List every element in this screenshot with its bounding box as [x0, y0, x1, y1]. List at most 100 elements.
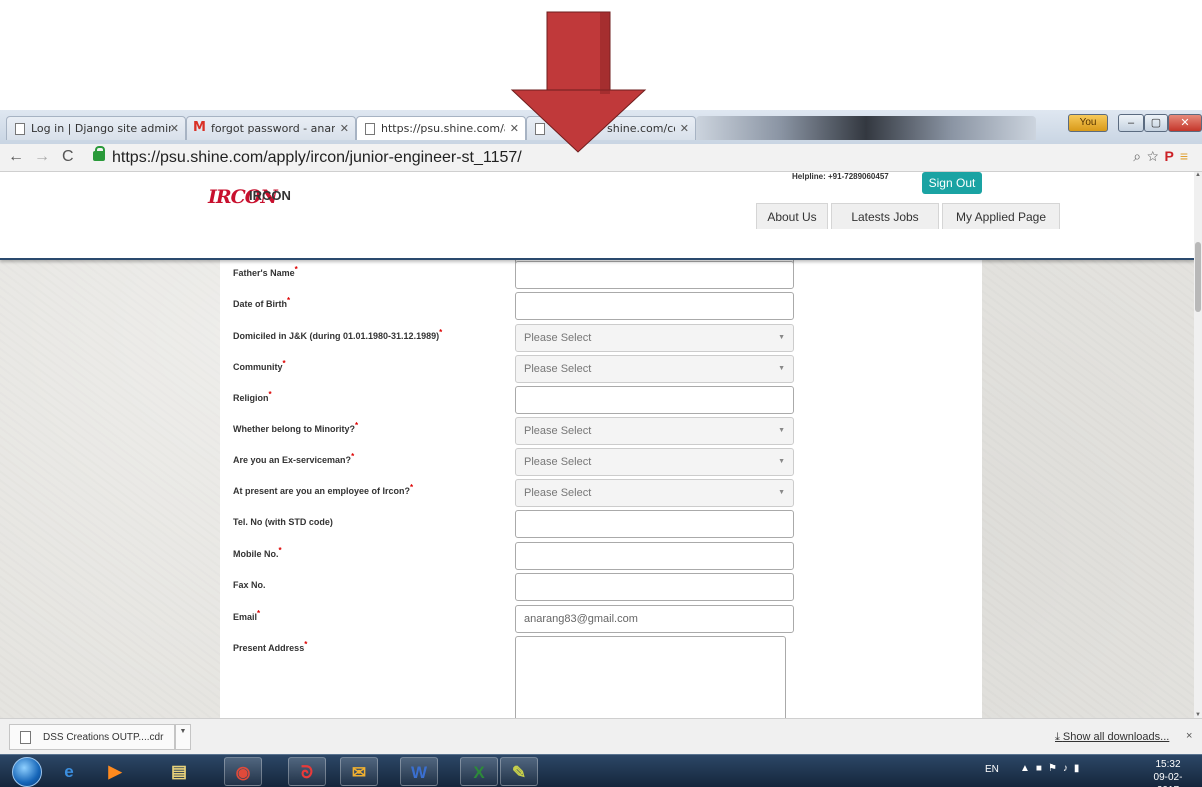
tab-django-admin[interactable]: Log in | Django site admin ✕: [6, 116, 186, 140]
browser-tab-strip: Log in | Django site admin ✕ M forgot pa…: [0, 110, 1202, 144]
chevron-down-icon: ▼: [778, 458, 785, 465]
tab-close-icon[interactable]: ✕: [340, 122, 349, 135]
gmail-icon: M: [193, 120, 206, 135]
menu-icon[interactable]: ≡: [1180, 148, 1194, 164]
chevron-down-icon: ▼: [778, 334, 785, 341]
nav-my-applied-page[interactable]: My Applied Page: [942, 203, 1060, 229]
tab-close-icon[interactable]: ✕: [680, 122, 689, 135]
tray-app-icon[interactable]: ■: [1036, 763, 1048, 774]
tab-psu-shine-active[interactable]: https://psu.shine.com/app ✕: [356, 116, 526, 140]
scrollbar-thumb[interactable]: [1195, 242, 1201, 312]
start-button[interactable]: [12, 757, 42, 787]
pinterest-icon[interactable]: P: [1164, 148, 1179, 164]
field-label: At present are you an employee of Ircon?…: [233, 483, 414, 496]
volume-icon[interactable]: ♪: [1063, 763, 1074, 774]
chevron-down-icon: ▼: [778, 427, 785, 434]
minimize-button[interactable]: –: [1118, 114, 1144, 132]
paint-icon[interactable]: ✎: [500, 757, 538, 786]
flag-icon[interactable]: ⚑: [1048, 763, 1063, 774]
field-label: Domiciled in J&K (during 01.01.1980-31.1…: [233, 328, 443, 341]
field-label: Community*: [233, 359, 286, 372]
download-options-caret[interactable]: ▼: [175, 724, 191, 750]
mobile-no-input[interactable]: [515, 542, 794, 570]
toolbar-icons: ⌕☆P≡: [1133, 148, 1194, 165]
page-icon: [365, 123, 375, 135]
field-label: Email*: [233, 609, 261, 622]
scroll-up-icon[interactable]: ▲: [1194, 172, 1202, 178]
tab-gmail[interactable]: M forgot password - anarang ✕: [186, 116, 356, 140]
outlook-icon[interactable]: ✉: [340, 757, 378, 786]
field-label: Tel. No (with STD code): [233, 517, 333, 527]
form-row-date-of-birth: Date of Birth*: [220, 292, 982, 322]
signal-icon[interactable]: ▮: [1074, 763, 1086, 774]
tab-obscured: [696, 116, 1036, 140]
file-explorer-icon[interactable]: ▤: [160, 757, 198, 786]
maximize-button[interactable]: ▢: [1144, 114, 1168, 132]
internet-explorer-icon[interactable]: e: [50, 757, 88, 786]
page-icon: [535, 123, 545, 135]
address-bar[interactable]: https://psu.shine.com/apply/ircon/junior…: [92, 147, 1092, 169]
form-row-minority: Whether belong to Minority?* Please Sele…: [220, 417, 982, 447]
user-profile-button[interactable]: You: [1068, 114, 1108, 132]
reload-icon[interactable]: C: [62, 148, 74, 166]
application-form: Father's Name* Date of Birth* Domiciled …: [220, 254, 982, 718]
field-label: Fax No.: [233, 580, 266, 590]
ircon-employee-select[interactable]: Please Select ▼: [515, 479, 794, 507]
tab-close-icon[interactable]: ✕: [510, 122, 519, 135]
tel-no-input[interactable]: [515, 510, 794, 538]
nav-about-us[interactable]: About Us: [756, 203, 828, 229]
email-input[interactable]: anarang83@gmail.com: [515, 605, 794, 633]
fax-no-input[interactable]: [515, 573, 794, 601]
field-label: Present Address*: [233, 640, 308, 653]
excel-icon[interactable]: X: [460, 757, 498, 786]
field-label: Are you an Ex-serviceman?*: [233, 452, 355, 465]
community-select[interactable]: Please Select ▼: [515, 355, 794, 383]
system-tray-icons: ▲■⚑♪▮: [1020, 763, 1085, 774]
form-row-fathers-name: Father's Name*: [220, 261, 982, 291]
form-row-ircon-employee: At present are you an employee of Ircon?…: [220, 479, 982, 509]
close-window-button[interactable]: ✕: [1168, 114, 1202, 132]
clock-time: 15:32: [1155, 759, 1181, 770]
zoom-icon[interactable]: ⌕: [1133, 148, 1147, 164]
religion-input[interactable]: [515, 386, 794, 414]
show-all-downloads-link[interactable]: ⤓ Show all downloads...: [1055, 731, 1169, 744]
sign-out-button[interactable]: Sign Out: [922, 172, 982, 194]
windows-taskbar: e ▶ ▤ ◉ ᘐ ✉ W X ✎ EN ▲■⚑♪▮ 15:32 09-02-2…: [0, 754, 1202, 787]
forward-icon[interactable]: →: [34, 148, 50, 166]
media-player-icon[interactable]: ▶: [96, 757, 134, 786]
minority-select[interactable]: Please Select ▼: [515, 417, 794, 445]
ex-serviceman-select[interactable]: Please Select ▼: [515, 448, 794, 476]
nav-latest-jobs[interactable]: Latests Jobs: [831, 203, 939, 229]
language-indicator[interactable]: EN: [985, 764, 999, 775]
field-label: Religion*: [233, 390, 272, 403]
brand-name: IRCON: [249, 188, 291, 203]
form-row-domiciled-jk: Domiciled in J&K (during 01.01.1980-31.1…: [220, 324, 982, 354]
chrome-icon[interactable]: ◉: [224, 757, 262, 786]
page-icon: [15, 123, 25, 135]
word-icon[interactable]: W: [400, 757, 438, 786]
field-label: Date of Birth*: [233, 296, 291, 309]
field-label: Mobile No.*: [233, 546, 282, 559]
present-address-textarea[interactable]: [515, 636, 786, 718]
fathers-name-input[interactable]: [515, 261, 794, 289]
browser-toolbar: ← → C https://psu.shine.com/apply/ircon/…: [0, 144, 1202, 172]
chevron-down-icon: ▼: [778, 365, 785, 372]
tray-chevron-icon[interactable]: ▲: [1020, 763, 1036, 774]
chevron-down-icon: ▼: [778, 489, 785, 496]
back-icon[interactable]: ←: [8, 148, 24, 166]
tab-close-icon[interactable]: ✕: [170, 122, 179, 135]
form-row-mobile-no: Mobile No.*: [220, 542, 982, 572]
field-label: Whether belong to Minority?*: [233, 421, 359, 434]
form-row-email: Email* anarang83@gmail.com: [220, 605, 982, 635]
close-downloads-icon[interactable]: ×: [1186, 730, 1192, 742]
site-header: IRCON IRCON Helpline: +91-7289060457 Sig…: [0, 172, 1195, 260]
tab-shine-other[interactable]: shine.com/co ✕: [526, 116, 696, 140]
page-scrollbar[interactable]: ▲ ▼: [1194, 172, 1202, 718]
domiciled-jk-select[interactable]: Please Select ▼: [515, 324, 794, 352]
date-of-birth-input[interactable]: [515, 292, 794, 320]
clock[interactable]: 15:32 09-02-2017: [1143, 758, 1193, 787]
airtel-app-icon[interactable]: ᘐ: [288, 757, 326, 786]
download-item[interactable]: DSS Creations OUTP....cdr: [9, 724, 175, 750]
helpline-text: Helpline: +91-7289060457: [792, 172, 889, 181]
bookmark-star-icon[interactable]: ☆: [1147, 148, 1164, 164]
